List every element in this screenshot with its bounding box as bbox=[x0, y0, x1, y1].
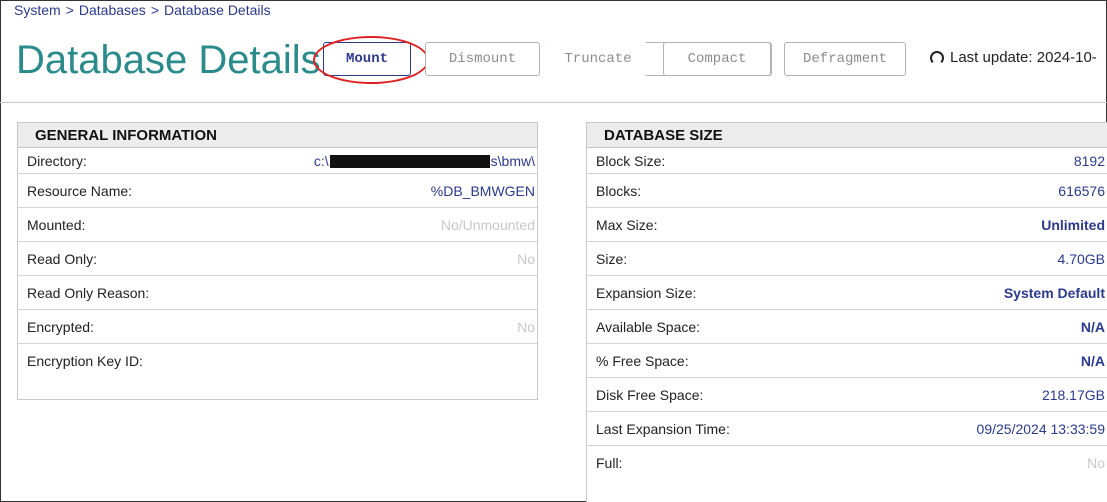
divider bbox=[0, 102, 1107, 103]
value-block-size: 8192 bbox=[1073, 152, 1105, 169]
row-mounted: Mounted: No/Unmounted bbox=[18, 208, 537, 242]
value-blocks: 616576 bbox=[1058, 182, 1105, 199]
row-encrypted: Encrypted: No bbox=[18, 310, 537, 344]
panel-title: GENERAL INFORMATION bbox=[18, 123, 537, 148]
value-max-size: Unlimited bbox=[1041, 216, 1105, 233]
value-available-space: N/A bbox=[1080, 318, 1105, 335]
dismount-button[interactable]: Dismount bbox=[425, 42, 540, 76]
row-disk-free-space: Disk Free Space: 218.17GB bbox=[587, 378, 1107, 412]
breadcrumb: System > Databases > Database Details bbox=[14, 2, 271, 18]
truncate-button[interactable]: Truncate bbox=[549, 42, 647, 76]
row-expansion-size: Expansion Size: System Default bbox=[587, 276, 1107, 310]
refresh-icon[interactable] bbox=[930, 50, 944, 65]
value-disk-free-space: 218.17GB bbox=[1041, 386, 1105, 403]
value-directory: c:\ s\bmw\ bbox=[313, 152, 535, 169]
mount-button[interactable]: Mount bbox=[323, 42, 411, 76]
breadcrumb-separator: > bbox=[65, 2, 74, 18]
breadcrumb-separator: > bbox=[150, 2, 159, 18]
last-update: Last update: 2024-10- bbox=[930, 49, 1097, 66]
row-encryption-key-id: Encryption Key ID: bbox=[27, 353, 143, 369]
value-size: 4.70GB bbox=[1057, 250, 1105, 267]
label-directory: Directory: bbox=[27, 152, 87, 169]
row-read-only-reason: Read Only Reason: bbox=[18, 276, 537, 310]
row-last-expansion-time: Last Expansion Time: 09/25/2024 13:33:59 bbox=[587, 412, 1107, 446]
value-encrypted: No bbox=[517, 318, 535, 335]
row-directory: Directory: c:\ s\bmw\ bbox=[18, 148, 537, 174]
redaction-block bbox=[329, 155, 490, 169]
row-size: Size: 4.70GB bbox=[587, 242, 1107, 276]
row-block-size: Block Size: 8192 bbox=[587, 148, 1107, 174]
general-information-panel: GENERAL INFORMATION Directory: c:\ s\bmw\… bbox=[17, 122, 538, 400]
value-last-expansion-time: 09/25/2024 13:33:59 bbox=[976, 420, 1105, 437]
row-max-size: Max Size: Unlimited bbox=[587, 208, 1107, 242]
row-resource-name: Resource Name: %DB_BMWGEN bbox=[18, 174, 537, 208]
value-full: No bbox=[1087, 455, 1105, 471]
value-expansion-size: System Default bbox=[1003, 284, 1105, 301]
value-read-only: No bbox=[517, 250, 535, 267]
panel-title: DATABASE SIZE bbox=[587, 123, 1107, 148]
value-mounted: No/Unmounted bbox=[440, 216, 535, 233]
value-free-space-pct: N/A bbox=[1080, 352, 1105, 369]
row-read-only: Read Only: No bbox=[18, 242, 537, 276]
row-free-space-pct: % Free Space: N/A bbox=[587, 344, 1107, 378]
compact-button[interactable]: Compact bbox=[663, 42, 771, 76]
breadcrumb-databases[interactable]: Databases bbox=[79, 2, 146, 18]
breadcrumb-database-details: Database Details bbox=[164, 2, 271, 18]
last-update-text: Last update: 2024-10- bbox=[950, 49, 1097, 66]
defragment-button[interactable]: Defragment bbox=[784, 42, 906, 76]
row-blocks: Blocks: 616576 bbox=[587, 174, 1107, 208]
breadcrumb-system[interactable]: System bbox=[14, 2, 61, 18]
row-full: Full: No bbox=[596, 455, 1105, 471]
value-resource-name: %DB_BMWGEN bbox=[430, 182, 535, 199]
page-title: Database Details bbox=[16, 38, 321, 82]
row-available-space: Available Space: N/A bbox=[587, 310, 1107, 344]
database-size-panel: DATABASE SIZE Block Size: 8192 Blocks: 6… bbox=[586, 122, 1107, 502]
